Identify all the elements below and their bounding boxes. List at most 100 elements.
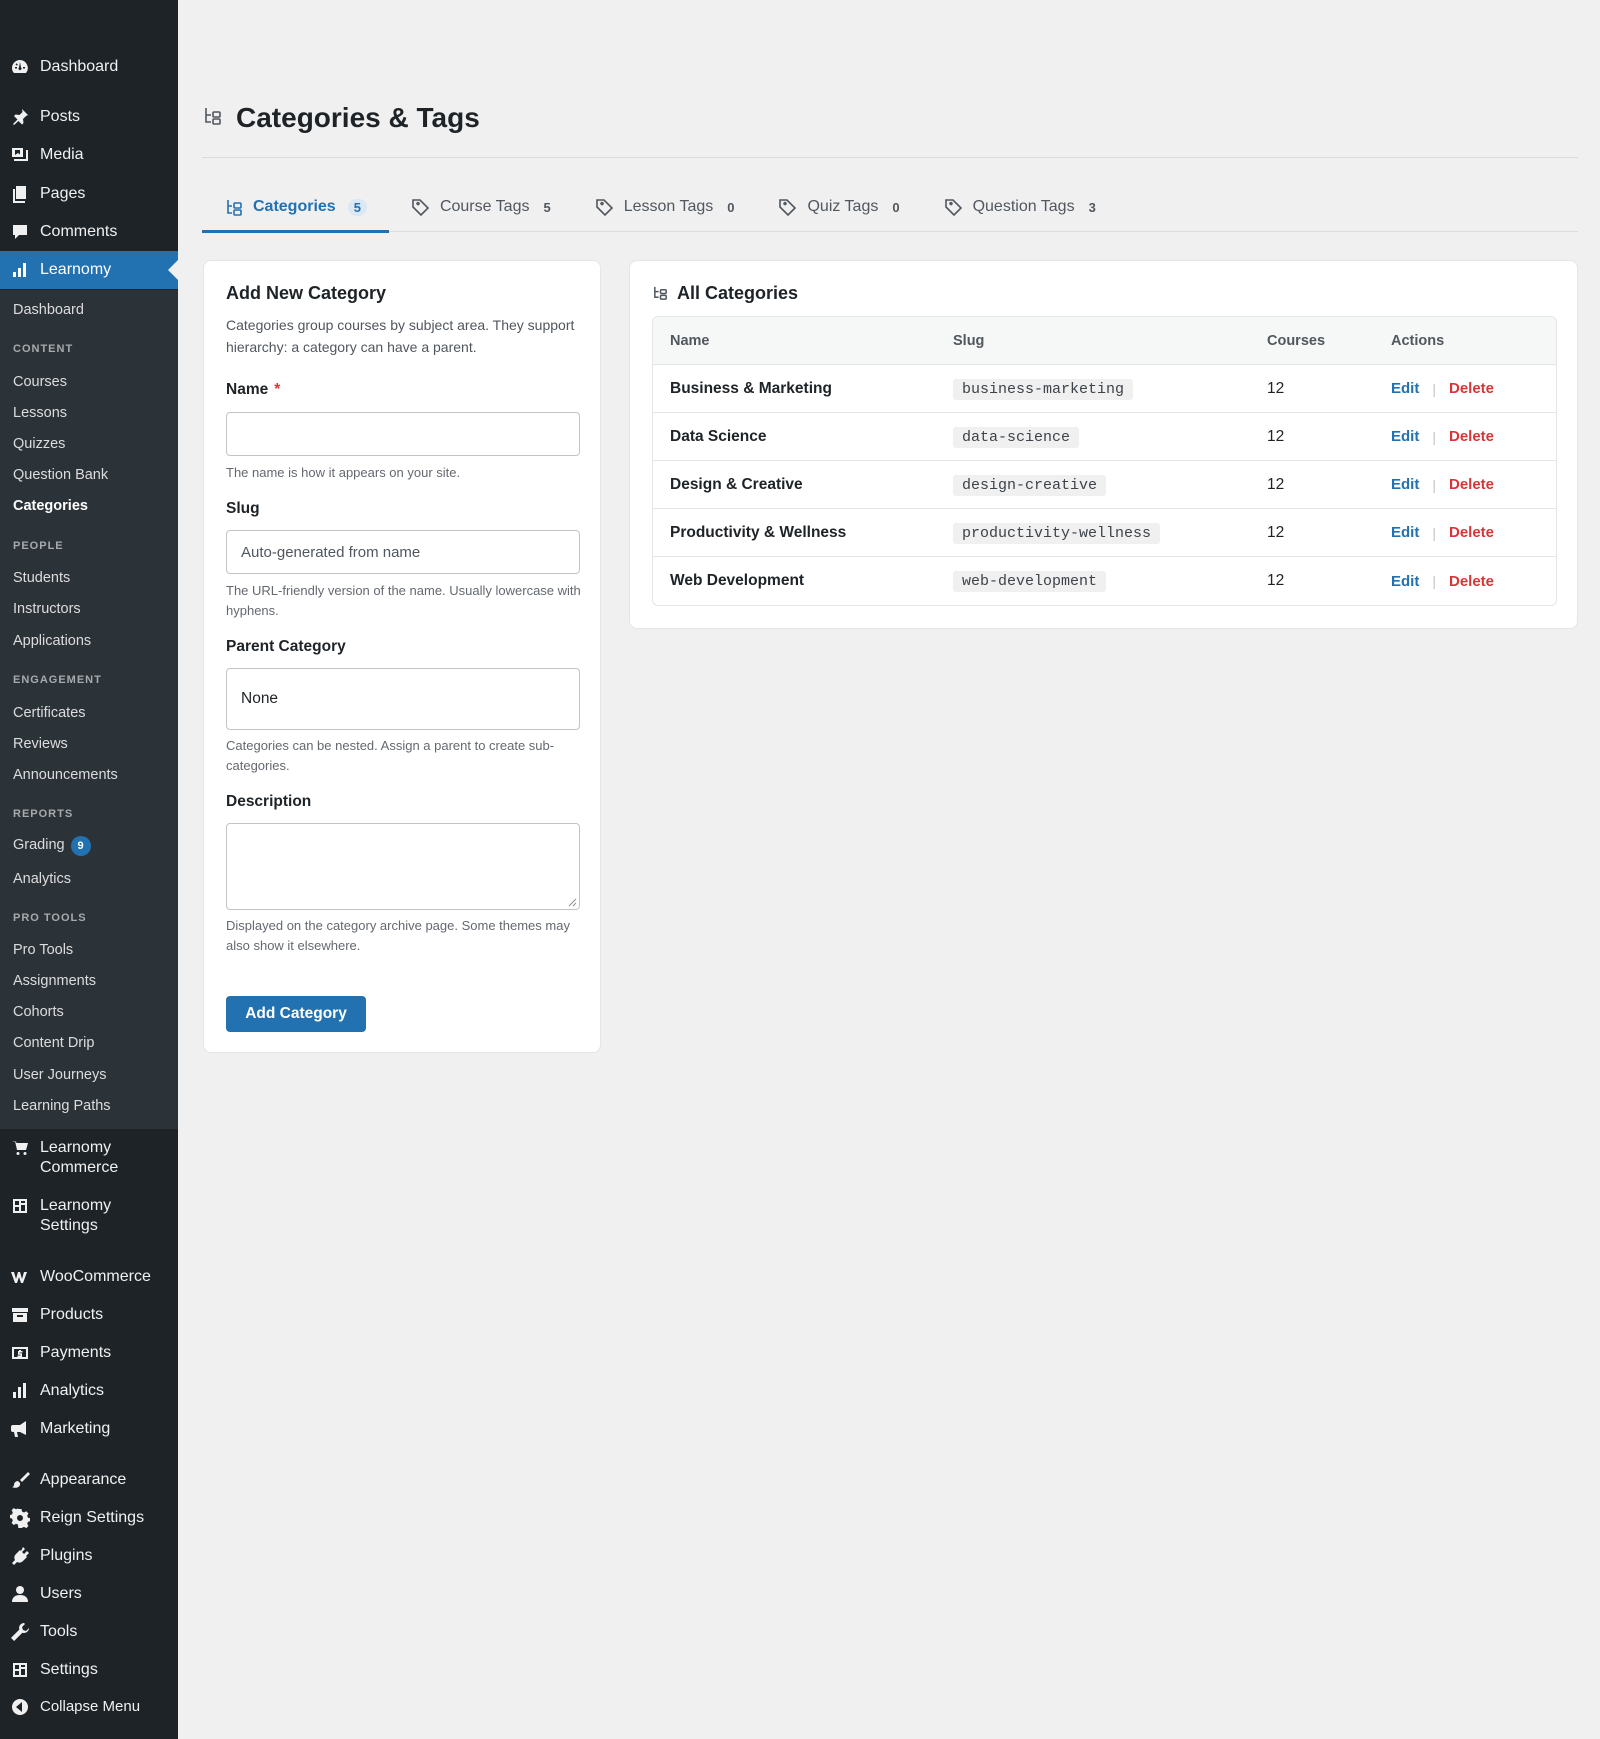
- submenu-lessons[interactable]: Lessons: [13, 405, 67, 421]
- menu-item-tools[interactable]: Tools: [0, 1622, 178, 1642]
- submenu-learning-paths[interactable]: Learning Paths: [13, 1098, 111, 1114]
- tabs-bar: Categories 5 Course Tags 5 Lesson Tags 0…: [202, 182, 1578, 233]
- menu-item-pages[interactable]: Pages: [0, 184, 178, 204]
- brush-icon: [0, 1470, 40, 1490]
- menu-item-plugins[interactable]: Plugins: [0, 1546, 178, 1566]
- tab-categories[interactable]: Categories 5: [202, 182, 389, 233]
- add-category-button[interactable]: Add Category: [226, 996, 366, 1032]
- table-row: Web Development web-development 12 Edit …: [653, 557, 1556, 605]
- tab-count: 0: [892, 199, 900, 215]
- submenu-analytics[interactable]: Analytics: [13, 871, 71, 887]
- submenu-categories[interactable]: Categories: [13, 498, 88, 514]
- category-slug-cell: data-science: [953, 426, 1267, 448]
- gear-icon: [0, 1508, 40, 1528]
- sliders-icon: [0, 1660, 40, 1680]
- tag-icon: [412, 199, 430, 217]
- menu-item-learnomy-settings[interactable]: Learnomy Settings: [0, 1196, 178, 1236]
- parent-category-select[interactable]: None: [226, 668, 580, 730]
- row-actions: Edit | Delete: [1391, 428, 1556, 445]
- submenu-students[interactable]: Students: [13, 570, 70, 586]
- category-slug-cell: productivity-wellness: [953, 522, 1267, 544]
- menu-item-analytics[interactable]: Analytics: [0, 1381, 178, 1401]
- tab-lesson-tags[interactable]: Lesson Tags 0: [573, 182, 757, 232]
- tab-count: 5: [543, 199, 551, 215]
- submenu-assignments[interactable]: Assignments: [13, 973, 96, 989]
- slug-input[interactable]: [226, 530, 580, 574]
- category-slug-cell: business-marketing: [953, 378, 1267, 400]
- tag-icon: [944, 199, 962, 217]
- menu-item-learnomy-commerce[interactable]: Learnomy Commerce: [0, 1138, 178, 1178]
- tab-quiz-tags[interactable]: Quiz Tags 0: [756, 182, 921, 232]
- delete-link[interactable]: Delete: [1449, 428, 1494, 445]
- submenu-applications[interactable]: Applications: [13, 633, 91, 649]
- edit-link[interactable]: Edit: [1391, 524, 1419, 541]
- menu-item-learnomy[interactable]: Learnomy: [0, 251, 178, 289]
- comment-icon: [0, 222, 40, 242]
- menu-item-products[interactable]: Products: [0, 1305, 178, 1325]
- submenu-dashboard[interactable]: Dashboard: [13, 302, 84, 318]
- submenu-quizzes[interactable]: Quizzes: [13, 436, 65, 452]
- row-actions: Edit | Delete: [1391, 380, 1556, 397]
- collapse-menu-button[interactable]: Collapse Menu: [0, 1697, 178, 1717]
- category-slug: business-marketing: [953, 378, 1134, 400]
- submenu-grading-label: Grading: [13, 837, 65, 853]
- delete-link[interactable]: Delete: [1449, 380, 1494, 397]
- tab-label: Lesson Tags: [623, 198, 714, 215]
- menu-item-users[interactable]: Users: [0, 1584, 178, 1604]
- submenu-question-bank[interactable]: Question Bank: [13, 467, 108, 483]
- page-title: Categories & Tags: [236, 102, 480, 133]
- menu-item-posts[interactable]: Posts: [0, 107, 178, 127]
- menu-item-payments[interactable]: Payments: [0, 1343, 178, 1363]
- tab-count: 0: [727, 199, 735, 215]
- menu-item-woocommerce[interactable]: WooCommerce: [0, 1267, 178, 1287]
- category-course-count: 12: [1267, 475, 1285, 493]
- submenu-announcements[interactable]: Announcements: [13, 767, 118, 783]
- submenu-instructors[interactable]: Instructors: [13, 601, 81, 617]
- admin-sidebar: Dashboard Posts Media Pages Comments Lea…: [0, 0, 178, 1739]
- edit-link[interactable]: Edit: [1391, 476, 1419, 493]
- description-textarea[interactable]: [226, 823, 580, 910]
- menu-item-settings[interactable]: Settings: [0, 1660, 178, 1680]
- dashboard-icon: [0, 57, 40, 77]
- edit-link[interactable]: Edit: [1391, 573, 1419, 590]
- submenu-pro-tools[interactable]: Pro Tools: [13, 942, 73, 958]
- edit-link[interactable]: Edit: [1391, 380, 1419, 397]
- submenu-reviews[interactable]: Reviews: [13, 736, 68, 752]
- resize-grip-icon[interactable]: [567, 897, 577, 907]
- slug-label: Slug: [226, 500, 260, 517]
- tab-count: 5: [347, 198, 367, 216]
- tag-icon: [595, 199, 613, 217]
- delete-link[interactable]: Delete: [1449, 573, 1494, 590]
- menu-item-dashboard[interactable]: Dashboard: [0, 57, 178, 77]
- page-header: Categories & Tags: [202, 102, 480, 134]
- submenu-content-drip[interactable]: Content Drip: [13, 1035, 94, 1051]
- submenu-cohorts[interactable]: Cohorts: [13, 1004, 64, 1020]
- submenu-heading-reports: REPORTS: [13, 808, 74, 820]
- edit-link[interactable]: Edit: [1391, 428, 1419, 445]
- submenu-courses[interactable]: Courses: [13, 374, 67, 390]
- menu-item-comments[interactable]: Comments: [0, 222, 178, 242]
- tab-question-tags[interactable]: Question Tags 3: [922, 182, 1118, 232]
- all-categories-card: All Categories Name Slug Courses Actions…: [629, 260, 1578, 629]
- category-tree-icon: [227, 200, 242, 216]
- parent-category-label: Parent Category: [226, 638, 346, 655]
- tab-label: Categories: [253, 198, 336, 215]
- submenu-user-journeys[interactable]: User Journeys: [13, 1067, 106, 1083]
- parent-category-value: None: [241, 690, 279, 707]
- bar-chart-icon: [0, 1381, 40, 1401]
- name-label: Name *: [226, 381, 280, 399]
- parent-help: Categories can be nested. Assign a paren…: [226, 738, 555, 773]
- delete-link[interactable]: Delete: [1449, 524, 1494, 541]
- submenu-grading[interactable]: Grading 9: [13, 836, 91, 856]
- table-title: All Categories: [677, 283, 799, 303]
- woo-icon: [0, 1267, 40, 1287]
- tab-course-tags[interactable]: Course Tags 5: [389, 182, 573, 232]
- menu-item-media[interactable]: Media: [0, 145, 178, 165]
- menu-item-marketing[interactable]: Marketing: [0, 1419, 178, 1439]
- menu-item-appearance[interactable]: Appearance: [0, 1470, 178, 1490]
- menu-item-reign-settings[interactable]: Reign Settings: [0, 1508, 178, 1528]
- delete-link[interactable]: Delete: [1449, 476, 1494, 493]
- description-label: Description: [226, 793, 312, 810]
- name-input[interactable]: [226, 412, 580, 456]
- submenu-certificates[interactable]: Certificates: [13, 705, 86, 721]
